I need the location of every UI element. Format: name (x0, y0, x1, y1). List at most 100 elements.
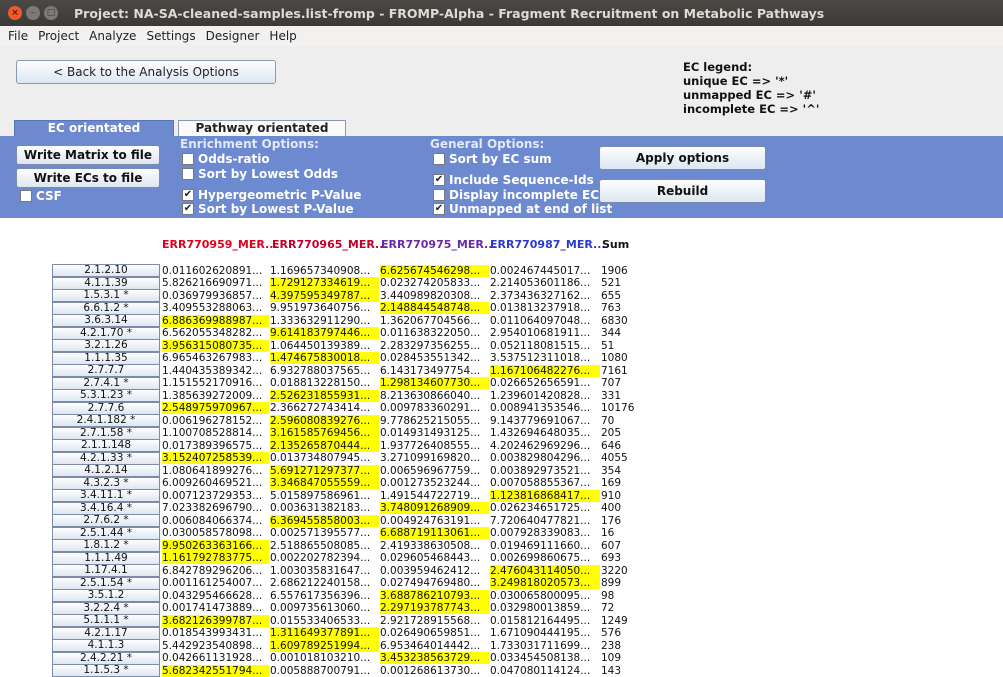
value-cell: 8.213630866040... (380, 389, 481, 402)
ec-button[interactable]: 5.3.1.23 * (52, 389, 160, 402)
menu-bar: File Project Analyze Settings Designer H… (0, 26, 1003, 46)
ec-button[interactable]: 3.5.1.2 (52, 589, 160, 602)
checkbox-label: Sort by Lowest Odds (198, 167, 339, 181)
value-cell: 0.002699860675... (490, 552, 591, 564)
table-row: 2.7.7.7 1.440435389342... 6.932788037565..… (52, 364, 628, 377)
ec-button[interactable]: 4.2.1.17 (52, 626, 160, 640)
ec-button[interactable]: 1.5.3.1 * (52, 289, 160, 302)
sum-cell: 655 (601, 289, 622, 302)
menu-designer[interactable]: Designer (204, 29, 262, 43)
table-row: 2.7.1.58 * 1.100708528814... 3.16158576945… (52, 426, 621, 440)
ec-button[interactable]: 4.2.1.70 * (52, 326, 160, 340)
value-cell: 2.476043114050... (490, 564, 600, 577)
value-cell: 3.440989820308... (380, 289, 481, 302)
table-row: 2.5.1.44 * 0.030058578098... 0.00257139557… (52, 526, 614, 540)
value-cell: 0.003829804296... (490, 452, 591, 464)
ec-button[interactable]: 1.1.5.3 * (52, 664, 160, 677)
ec-button[interactable]: 6.6.1.2 * (52, 301, 160, 315)
tab-ec-orientated[interactable]: EC orientated (14, 120, 174, 136)
minimize-icon[interactable]: – (26, 6, 40, 20)
ec-button[interactable]: 4.1.1.3 (52, 639, 160, 652)
ec-button[interactable]: 2.5.1.54 * (52, 576, 160, 590)
value-cell: 3.271099169820... (380, 452, 481, 464)
value-cell: 1.161792783775... (162, 552, 269, 564)
maximize-icon[interactable]: □ (44, 6, 58, 20)
ec-button[interactable]: 2.7.6.2 * (52, 514, 160, 527)
value-cell: 0.002202782394... (270, 552, 371, 564)
ec-button[interactable]: 2.7.7.6 (52, 401, 160, 415)
menu-analyze[interactable]: Analyze (87, 29, 138, 43)
value-cell: 0.007058855367... (490, 477, 591, 489)
checkbox-box[interactable] (20, 190, 32, 202)
ec-button[interactable]: 1.1.1.35 (52, 351, 160, 365)
sum-cell: 521 (601, 277, 622, 289)
ec-button[interactable]: 5.1.1.1 * (52, 614, 160, 627)
value-cell: 3.409553288063... (162, 302, 263, 314)
back-button[interactable]: < Back to the Analysis Options (16, 60, 276, 84)
checkmark-icon[interactable]: ✔ (433, 174, 445, 186)
value-cell: 3.249818020573... (490, 577, 600, 589)
ec-button[interactable]: 1.17.4.1 (52, 564, 160, 577)
ec-button[interactable]: 3.2.2.4 * (52, 601, 160, 615)
value-cell: 0.001268613730... (380, 664, 481, 677)
value-cell: 9.950263363166... (162, 539, 269, 552)
tab-pathway-orientated[interactable]: Pathway orientated (178, 120, 346, 136)
value-cell: 2.148844548748... (380, 302, 489, 314)
hypergeometric-checkbox[interactable]: ✔ Hypergeometric P-Value (182, 188, 361, 202)
sort-ec-sum-checkbox[interactable]: Sort by EC sum (433, 152, 552, 166)
menu-project[interactable]: Project (36, 29, 81, 43)
checkmark-icon[interactable]: ✔ (182, 203, 194, 215)
checkbox-box[interactable] (182, 168, 194, 180)
value-cell: 0.019469111660... (490, 539, 591, 552)
ec-button[interactable]: 4.2.1.33 * (52, 451, 160, 465)
value-cell: 0.026490659851... (380, 627, 481, 639)
value-cell: 0.029605468443... (380, 552, 481, 564)
apply-options-button[interactable]: Apply options (599, 146, 766, 170)
sum-cell: 1080 (601, 352, 628, 364)
ec-button[interactable]: 2.1.2.10 (52, 264, 160, 277)
checkmark-icon[interactable]: ✔ (433, 203, 445, 215)
rebuild-button[interactable]: Rebuild (599, 179, 766, 203)
checkbox-box[interactable] (182, 153, 194, 165)
write-ecs-button[interactable]: Write ECs to file (16, 168, 160, 188)
ec-button[interactable]: 4.1.2.14 (52, 464, 160, 477)
ec-button[interactable]: 2.7.4.1 * (52, 376, 160, 390)
ec-button[interactable]: 3.4.16.4 * (52, 501, 160, 515)
odds-ratio-checkbox[interactable]: Odds-ratio (182, 152, 270, 166)
checkbox-box[interactable] (433, 189, 445, 201)
close-icon[interactable]: × (8, 6, 22, 20)
ec-button[interactable]: 2.4.2.21 * (52, 651, 160, 665)
menu-file[interactable]: File (6, 29, 30, 43)
ec-button[interactable]: 3.2.1.26 (52, 339, 160, 352)
ec-button[interactable]: 3.4.11.1 * (52, 489, 160, 502)
sum-cell: 143 (601, 664, 622, 677)
ec-button[interactable]: 3.6.3.14 (52, 314, 160, 327)
ec-button[interactable]: 2.4.1.182 * (52, 414, 160, 427)
sort-lowest-odds-checkbox[interactable]: Sort by Lowest Odds (182, 167, 338, 181)
checkbox-box[interactable] (433, 153, 445, 165)
menu-settings[interactable]: Settings (144, 29, 197, 43)
value-cell: 0.001741473889... (162, 602, 263, 614)
ec-button[interactable]: 1.8.1.2 * (52, 539, 160, 552)
ec-button[interactable]: 4.1.1.39 (52, 276, 160, 290)
menu-help[interactable]: Help (267, 29, 298, 43)
ec-button[interactable]: 2.7.7.7 (52, 364, 160, 377)
ec-button[interactable]: 2.5.1.44 * (52, 526, 160, 540)
value-cell: 0.043295466628... (162, 589, 263, 602)
checkmark-icon[interactable]: ✔ (182, 189, 194, 201)
ec-button[interactable]: 2.7.1.58 * (52, 426, 160, 440)
sort-lowest-pvalue-checkbox[interactable]: ✔ Sort by Lowest P-Value (182, 202, 354, 216)
value-cell: 1.151552170916... (162, 377, 263, 389)
write-matrix-button[interactable]: Write Matrix to file (16, 145, 160, 165)
ec-button[interactable]: 4.3.2.3 * (52, 476, 160, 490)
table-row: 2.1.1.148 0.017389396575... 2.135265870444… (52, 439, 621, 452)
unmapped-end-checkbox[interactable]: ✔ Unmapped at end of list (433, 202, 612, 216)
csf-checkbox[interactable]: CSF (20, 189, 62, 203)
value-cell: 2.596080839276... (270, 414, 379, 427)
display-incomplete-ecs-checkbox[interactable]: Display incomplete ECs (433, 188, 606, 202)
ec-button[interactable]: 2.1.1.148 (52, 439, 160, 452)
include-sequence-ids-checkbox[interactable]: ✔ Include Sequence-Ids (433, 173, 594, 187)
ec-button[interactable]: 1.1.1.49 (52, 551, 160, 565)
table-row: 4.1.2.14 1.080641899276... 5.691271297377.… (52, 464, 621, 477)
table-row: 3.4.16.4 * 7.023382696790... 0.00363138218… (52, 501, 621, 515)
